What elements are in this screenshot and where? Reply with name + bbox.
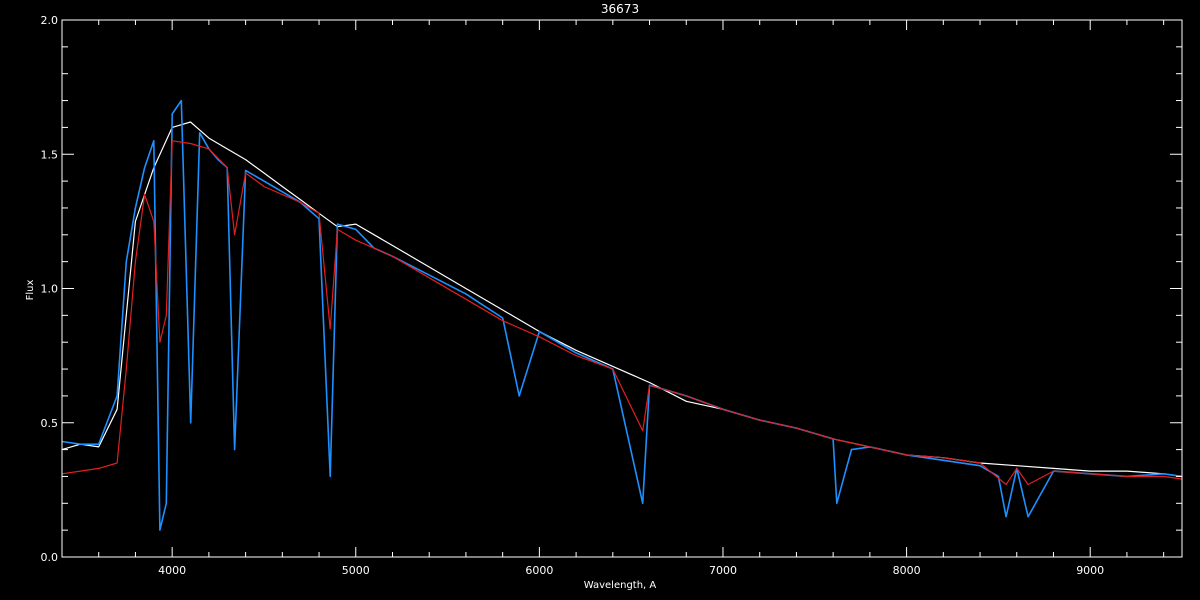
spectrum-chart: 36673 4000 5000 6000 7000 8000 9000 0.0 0.5 1.0 1… xyxy=(0,0,1200,600)
y-tick-label: 0.5 xyxy=(41,417,59,430)
x-tick-label: 4000 xyxy=(158,564,186,577)
y-tick-label: 1.5 xyxy=(41,148,59,161)
y-tick-label: 2.0 xyxy=(41,14,59,27)
y-axis-title: Flux xyxy=(25,280,36,301)
x-tick-label: 7000 xyxy=(709,564,737,577)
x-tick-label: 9000 xyxy=(1076,564,1104,577)
x-tick-label: 6000 xyxy=(525,564,553,577)
y-tick-label: 0.0 xyxy=(41,551,59,564)
x-axis-title: Wavelength, A xyxy=(584,580,657,591)
x-tick-label: 8000 xyxy=(893,564,921,577)
x-tick-label: 5000 xyxy=(342,564,370,577)
chart-background xyxy=(0,0,1200,600)
chart-title: 36673 xyxy=(601,2,639,16)
y-tick-label: 1.0 xyxy=(41,283,59,296)
